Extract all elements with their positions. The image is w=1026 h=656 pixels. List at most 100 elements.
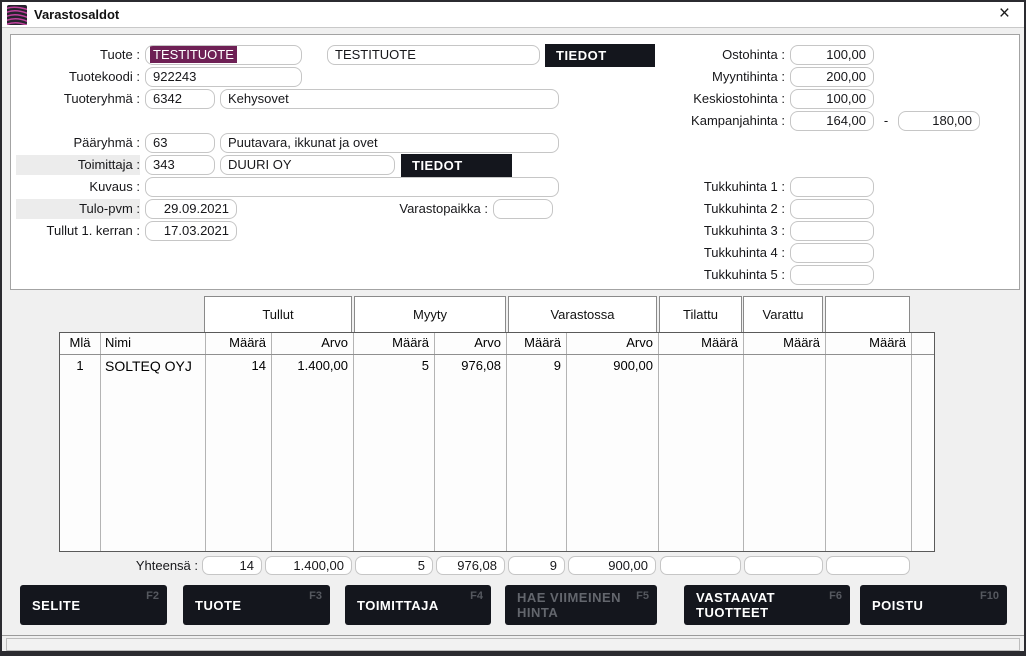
tuote-fkey: F3 <box>309 590 322 602</box>
selite-fkey: F2 <box>146 590 159 602</box>
selite-button[interactable]: SELITE F2 <box>20 585 167 625</box>
toimittaja-fkey: F4 <box>470 590 483 602</box>
hae-viimeinen-hinta-button[interactable]: HAE VIIMEINEN HINTA F5 <box>505 585 657 625</box>
tukkuhinta-1-label: Tukkuhinta 1 : <box>652 177 785 197</box>
hae-viimeinen-hinta-fkey: F5 <box>636 590 649 602</box>
ostohinta-input[interactable]: 100,00 <box>790 45 874 65</box>
varastosaldot-window: Varastosaldot × Tuote : TESTITUOTE TESTI… <box>0 0 1026 656</box>
kampanjahinta-range-dash: - <box>878 111 894 131</box>
supplier-tiedot-button[interactable]: TIEDOT <box>401 154 512 177</box>
poistu-button[interactable]: POISTU F10 <box>860 585 1007 625</box>
col-header-tullut-maara: Määrä <box>205 333 271 354</box>
tuotekoodi-label: Tuotekoodi : <box>16 67 140 87</box>
total-myyty-arvo: 976,08 <box>436 556 505 575</box>
cell-extra-maara <box>825 356 911 376</box>
tukkuhinta-4-label: Tukkuhinta 4 : <box>652 243 785 263</box>
tuoteryhma-label: Tuoteryhmä : <box>16 89 140 109</box>
product-name-input[interactable]: TESTITUOTE <box>327 45 540 65</box>
selite-button-label: SELITE <box>32 598 137 613</box>
col-header-nimi: Nimi <box>100 333 205 354</box>
kampanjahinta-min-input[interactable]: 164,00 <box>790 111 874 131</box>
tukkuhinta-2-label: Tukkuhinta 2 : <box>652 199 785 219</box>
col-header-varastossa-maara: Määrä <box>506 333 566 354</box>
tuote-label: Tuote : <box>16 45 140 65</box>
yhteensa-label: Yhteensä : <box>102 556 198 576</box>
cell-myyty-maara: 5 <box>353 356 434 376</box>
toimittaja-label: Toimittaja : <box>16 155 140 175</box>
tuoteryhma-code-input[interactable]: 6342 <box>145 89 215 109</box>
app-logo-icon <box>7 5 27 25</box>
varastopaikka-input[interactable] <box>493 199 553 219</box>
cell-tullut-maara: 14 <box>205 356 271 376</box>
tukkuhinta-3-label: Tukkuhinta 3 : <box>652 221 785 241</box>
product-code-input[interactable]: TESTITUOTE <box>145 45 302 65</box>
paaryhma-name-input[interactable]: Puutavara, ikkunat ja ovet <box>220 133 559 153</box>
cell-mla: 1 <box>60 356 100 376</box>
cell-myyty-arvo: 976,08 <box>434 356 506 376</box>
toimittaja-button-label: TOIMITTAJA <box>357 598 461 613</box>
cell-varastossa-maara: 9 <box>506 356 566 376</box>
tuote-button[interactable]: TUOTE F3 <box>183 585 330 625</box>
title-bar: Varastosaldot × <box>2 2 1024 28</box>
total-varastossa-maara: 9 <box>508 556 565 575</box>
tukkuhinta-2-input[interactable] <box>790 199 874 219</box>
vastaavat-tuotteet-button-label: VASTAAVAT TUOTTEET <box>696 590 820 620</box>
group-header-myyty: Myyty <box>354 296 506 333</box>
tukkuhinta-1-input[interactable] <box>790 177 874 197</box>
tulopvm-label: Tulo-pvm : <box>16 199 140 219</box>
window-title: Varastosaldot <box>34 2 119 28</box>
col-header-tilattu-maara: Määrä <box>658 333 743 354</box>
close-icon[interactable]: × <box>995 2 1014 28</box>
product-tiedot-button[interactable]: TIEDOT <box>545 44 655 67</box>
total-varattu-maara <box>744 556 823 575</box>
toimittaja-button[interactable]: TOIMITTAJA F4 <box>345 585 491 625</box>
poistu-fkey: F10 <box>980 590 999 602</box>
toimittaja-name-input[interactable]: DUURI OY <box>220 155 395 175</box>
tukkuhinta-3-input[interactable] <box>790 221 874 241</box>
stock-balance-table[interactable]: Mlä Nimi Määrä Arvo Määrä Arvo Määrä Arv… <box>59 332 935 552</box>
keskiostohinta-input[interactable]: 100,00 <box>790 89 874 109</box>
ostohinta-label: Ostohinta : <box>652 45 785 65</box>
hae-viimeinen-hinta-button-label: HAE VIIMEINEN HINTA <box>517 590 627 620</box>
table-header-row: Mlä Nimi Määrä Arvo Määrä Arvo Määrä Arv… <box>60 333 934 355</box>
tulopvm-input[interactable]: 29.09.2021 <box>145 199 237 219</box>
tuotekoodi-input[interactable]: 922243 <box>145 67 302 87</box>
tullut1-input[interactable]: 17.03.2021 <box>145 221 237 241</box>
total-tullut-maara: 14 <box>202 556 262 575</box>
toimittaja-code-input[interactable]: 343 <box>145 155 215 175</box>
tuote-button-label: TUOTE <box>195 598 300 613</box>
cell-varattu-maara <box>743 356 825 376</box>
col-header-extra-maara: Määrä <box>825 333 911 354</box>
status-bar <box>6 638 1020 651</box>
total-tilattu-maara <box>660 556 741 575</box>
total-varastossa-arvo: 900,00 <box>568 556 656 575</box>
kuvaus-label: Kuvaus : <box>16 177 140 197</box>
tukkuhinta-4-input[interactable] <box>790 243 874 263</box>
kuvaus-input[interactable] <box>145 177 559 197</box>
cell-tilattu-maara <box>658 356 743 376</box>
selected-text: TESTITUOTE <box>150 46 237 63</box>
myyntihinta-label: Myyntihinta : <box>652 67 785 87</box>
kampanjahinta-label: Kampanjahinta : <box>652 111 785 131</box>
col-header-myyty-maara: Määrä <box>353 333 434 354</box>
footer-divider <box>2 635 1024 636</box>
vastaavat-tuotteet-button[interactable]: VASTAAVAT TUOTTEET F6 <box>684 585 850 625</box>
group-header-varattu: Varattu <box>743 296 823 333</box>
col-header-varastossa-arvo: Arvo <box>566 333 658 354</box>
cell-spacer <box>911 356 935 376</box>
tukkuhinta-5-input[interactable] <box>790 265 874 285</box>
poistu-button-label: POISTU <box>872 598 977 613</box>
kampanjahinta-max-input[interactable]: 180,00 <box>898 111 980 131</box>
cell-tullut-arvo: 1.400,00 <box>271 356 353 376</box>
tuoteryhma-name-input[interactable]: Kehysovet <box>220 89 559 109</box>
total-tullut-arvo: 1.400,00 <box>265 556 352 575</box>
myyntihinta-input[interactable]: 200,00 <box>790 67 874 87</box>
group-header-empty <box>825 296 910 333</box>
cell-varastossa-arvo: 900,00 <box>566 356 658 376</box>
vastaavat-tuotteet-fkey: F6 <box>829 590 842 602</box>
table-row[interactable]: 1 SOLTEQ OYJ 14 1.400,00 5 976,08 9 900,… <box>60 356 934 376</box>
paaryhma-code-input[interactable]: 63 <box>145 133 215 153</box>
tukkuhinta-5-label: Tukkuhinta 5 : <box>652 265 785 285</box>
tullut1-label: Tullut 1. kerran : <box>16 221 140 241</box>
col-header-mla: Mlä <box>60 333 100 354</box>
